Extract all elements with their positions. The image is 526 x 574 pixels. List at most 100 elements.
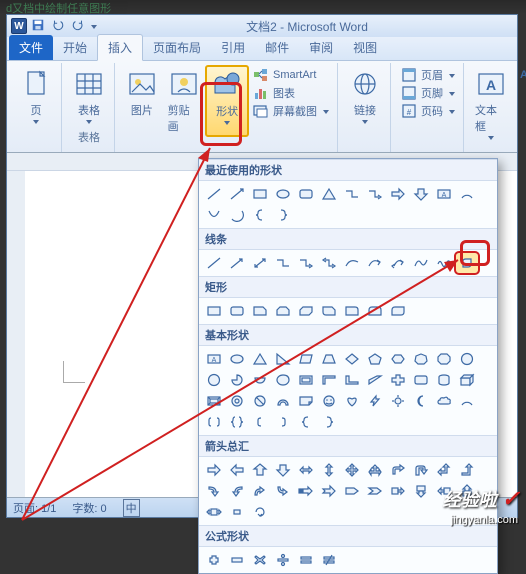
shape-minus[interactable]: [226, 550, 248, 570]
status-page[interactable]: 页面: 1/1: [13, 500, 56, 516]
shape-triangle[interactable]: [249, 349, 271, 369]
shape-right-bracket[interactable]: [272, 412, 294, 432]
shape-trapezoid[interactable]: [318, 349, 340, 369]
shape-pentagon[interactable]: [364, 349, 386, 369]
shape-sun[interactable]: [387, 391, 409, 411]
shape-elbow-arrow[interactable]: [364, 184, 386, 204]
shape-arrow-line[interactable]: [226, 253, 248, 273]
status-language-icon[interactable]: 中: [123, 499, 140, 517]
shape-moon[interactable]: [410, 391, 432, 411]
screenshot-button[interactable]: 屏幕截图: [253, 103, 329, 119]
shape-chevron[interactable]: [364, 481, 386, 501]
shape-curve-connect[interactable]: [341, 253, 363, 273]
shape-elbow-arrow[interactable]: [295, 253, 317, 273]
shape-plus[interactable]: [203, 550, 225, 570]
shape-octagon[interactable]: [433, 349, 455, 369]
shape-curved-down[interactable]: [272, 481, 294, 501]
shape-oval[interactable]: [226, 349, 248, 369]
shape-can[interactable]: [433, 370, 455, 390]
smartart-button[interactable]: SmartArt: [253, 67, 329, 83]
shape-up-arrow[interactable]: [249, 460, 271, 480]
shape-divide[interactable]: [272, 550, 294, 570]
shape-snip-2-diag[interactable]: [295, 301, 317, 321]
shape-elbow-double[interactable]: [318, 253, 340, 273]
shape-right-arrow[interactable]: [203, 460, 225, 480]
shape-plaque[interactable]: [410, 370, 432, 390]
shape-dodecagon[interactable]: [203, 370, 225, 390]
shape-down-callout[interactable]: [410, 481, 432, 501]
shape-hexagon[interactable]: [387, 349, 409, 369]
shape-left-bracket[interactable]: [249, 412, 271, 432]
shape-curved-right[interactable]: [203, 481, 225, 501]
shape-right-triangle[interactable]: [272, 349, 294, 369]
shape-smiley[interactable]: [318, 391, 340, 411]
shape-heptagon[interactable]: [410, 349, 432, 369]
shape-up-down-arrow[interactable]: [318, 460, 340, 480]
word-app-icon[interactable]: W: [11, 18, 27, 34]
shape-left-arrow[interactable]: [226, 460, 248, 480]
shape-bevel[interactable]: [203, 391, 225, 411]
shape-snip-round[interactable]: [318, 301, 340, 321]
shape-left-up-arrow[interactable]: [433, 460, 455, 480]
shape-line[interactable]: [203, 184, 225, 204]
page-number-button[interactable]: #页码: [401, 103, 455, 119]
shape-cube[interactable]: [456, 370, 478, 390]
shape-snip-2-same[interactable]: [272, 301, 294, 321]
shape-left-right-arrow[interactable]: [295, 460, 317, 480]
shape-rounded-rect[interactable]: [295, 184, 317, 204]
shape-diag-stripe[interactable]: [364, 370, 386, 390]
shape-bent-arrow[interactable]: [387, 460, 409, 480]
pages-button[interactable]: 页: [15, 65, 57, 127]
shape-teardrop[interactable]: [272, 370, 294, 390]
tab-insert[interactable]: 插入: [97, 34, 143, 61]
shape-frame[interactable]: [295, 370, 317, 390]
qat-customize-icon[interactable]: [91, 25, 97, 29]
shape-elbow-connector[interactable]: [341, 184, 363, 204]
shape-cloud[interactable]: [433, 391, 455, 411]
shape-diamond[interactable]: [341, 349, 363, 369]
textbox-button[interactable]: A 文本框: [470, 65, 512, 143]
shape-chord[interactable]: [249, 370, 271, 390]
shape-notched-right[interactable]: [318, 481, 340, 501]
shape-lightning[interactable]: [364, 391, 386, 411]
shape-l-shape[interactable]: [341, 370, 363, 390]
shape-down-arrow[interactable]: [272, 460, 294, 480]
shape-oval[interactable]: [272, 184, 294, 204]
shape-lr-callout[interactable]: [203, 502, 225, 522]
shape-scribble[interactable]: [433, 253, 455, 273]
shape-quad-callout[interactable]: [226, 502, 248, 522]
shape-not-equal[interactable]: [318, 550, 340, 570]
chart-button[interactable]: 图表: [253, 85, 329, 101]
shape-double-brace[interactable]: [226, 412, 248, 432]
tab-home[interactable]: 开始: [53, 35, 97, 60]
shape-round-1[interactable]: [341, 301, 363, 321]
shape-heart[interactable]: [341, 391, 363, 411]
shape-pie[interactable]: [226, 370, 248, 390]
shape-rect[interactable]: [203, 301, 225, 321]
shape-curve[interactable]: [410, 253, 432, 273]
shape-round-2-diag[interactable]: [387, 301, 409, 321]
shape-rounded-rect[interactable]: [226, 301, 248, 321]
shape-striped-right[interactable]: [295, 481, 317, 501]
shape-no-symbol[interactable]: [249, 391, 271, 411]
shape-arc[interactable]: [456, 391, 478, 411]
shape-right-callout[interactable]: [387, 481, 409, 501]
shape-triangle[interactable]: [318, 184, 340, 204]
shape-curved-up[interactable]: [249, 481, 271, 501]
shape-double-arrow[interactable]: [249, 253, 271, 273]
shape-bent-up-arrow[interactable]: [456, 460, 478, 480]
shape-down-arrow[interactable]: [410, 184, 432, 204]
shape-equals[interactable]: [295, 550, 317, 570]
shape-left-brace[interactable]: [295, 412, 317, 432]
shape-parallelogram[interactable]: [295, 349, 317, 369]
shape-decagon[interactable]: [456, 349, 478, 369]
shape-right-brace[interactable]: [318, 412, 340, 432]
shape-arc2[interactable]: [226, 205, 248, 225]
wordart-button[interactable]: A文: [516, 67, 526, 83]
shape-curve2[interactable]: [203, 205, 225, 225]
shape-quad-arrow[interactable]: [341, 460, 363, 480]
shape-curve-double[interactable]: [387, 253, 409, 273]
shape-right-arrow[interactable]: [387, 184, 409, 204]
shape-multiply[interactable]: [249, 550, 271, 570]
shape-textbox[interactable]: A: [203, 349, 225, 369]
